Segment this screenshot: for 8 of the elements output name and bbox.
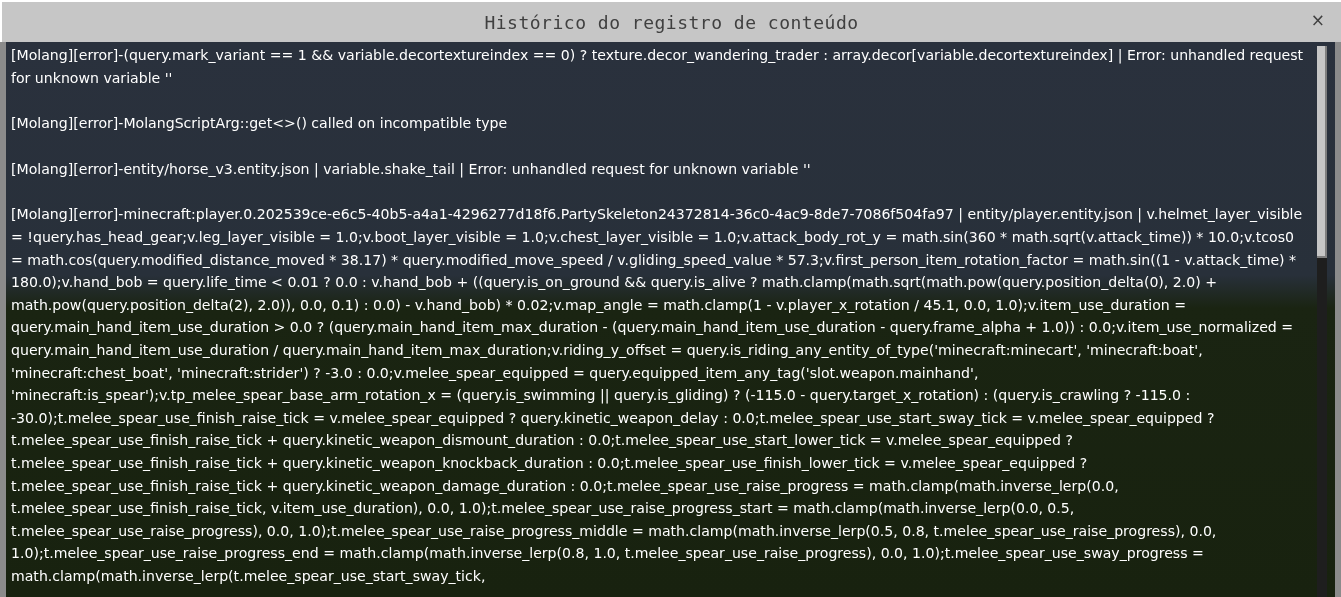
scrollbar-thumb[interactable]	[1317, 46, 1327, 258]
close-button[interactable]: ×	[1308, 10, 1327, 31]
log-entry: [Molang][error]-(query.mark_variant == 1 && variable.decortextureindex == 0) ? texture.decor_wandering_trader : array.decor[variable.decortextureindex] | Error: unhandled request for unknown variable ''	[11, 46, 1305, 88]
log-entry: [Molang][error]-MolangScriptArg::get<>() called on incompatible type	[11, 114, 509, 134]
scrollbar-track[interactable]	[1317, 46, 1327, 597]
log-entry: [Molang][error]-minecraft:player.0.202539ce-e6c5-40b5-a4a1-4296277d18f6.PartySkeleton24372814-36c0-4ac9-8de7-7086f504fa97 | entity/player.entity.json | v.helmet_layer_visible = !query.has_head_gear;v.leg_layer_visible = 1.0;v.boot_layer_visible = 1.0;v.chest_layer_visible = 1.0;v.attack_body_rot_y = math.sin(360 * math.sqrt(v.attack_time)) * 10.0;v.tcos0 = math.cos(query.modified_distance_moved * 38.17) * query.modified_move_speed / v.gliding_speed_value * 57.3;v.first_person_item_rotation_factor = math.sin((1 - v.attack_time) * 180.0);v.hand_bob = query.life_time < 0.01 ? 0.0 : v.hand_bob + ((query.is_on_ground && query.is_alive ? math.clamp(math.sqrt(math.pow(query.position_delta(0), 2.0) + math.pow(query.position_delta(2), 2.0)), 0.0, 0.1) : 0.0) - v.hand_bob) * 0.02;v.map_angle = math.clamp(1 - v.player_x_rotation / 45.1, 0.0, 1.0);v.item_use_duration = query.main_hand_item_use_duration > 0.0 ? (query.main_hand_item_max_duration - (query.main_hand_item_use_duration - query.frame_alpha + 1.0)) : 0.0;v.item_use_normalized = query.main_hand_item_use_duration / query.main_hand_item_max_duration;v.riding_y_offset = query.is_riding_any_entity_of_type('minecraft:minecart', 'minecraft:boat', 'minecraft:chest_boat', 'minecraft:strider') ? -3.0 : 0.0;v.melee_spear_equipped = query.equipped_item_any_tag('slot.weapon.mainhand', 'minecraft:is_spear');v.tp_melee_spear_base_arm_rotation_x = (query.is_swimming || query.is_gliding) ? (-115.0 - query.target_x_rotation) : (query.is_crawling ? -115.0 : -30.0);t.melee_spear_use_finish_raise_tick = v.melee_spear_equipped ? query.kinetic_weapon_delay : 0.0;t.melee_spear_use_start_sway_tick = v.melee_spear_equipped ? t.melee_spear_use_finish_raise_tick + query.kinetic_weapon_dismount_duration : 0.0;t.melee_spear_use_start_lower_tick = v.melee_spear_equipped ? t.melee_spear_use_finish_raise_tick + query.kinetic_weapon_knockback_duration : 0.0;t.melee_spear_use_finish_lower_tick = v.melee_spear_equipped ? t.melee_spear_use_finish_raise_tick + query.kinetic_weapon_damage_duration : 0.0;t.melee_spear_use_raise_progress = math.clamp(math.inverse_lerp(0.0, t.melee_spear_use_finish_raise_tick, v.item_use_duration), 0.0, 1.0);t.melee_spear_use_raise_progress_start = math.clamp(math.inverse_lerp(0.0, 0.5, t.melee_spear_use_raise_progress), 0.0, 1.0);t.melee_spear_use_raise_progress_middle = math.clamp(math.inverse_lerp(0.5, 0.8, t.melee_spear_use_raise_progress), 0.0, 1.0);t.melee_spear_use_raise_progress_end = math.clamp(math.inverse_lerp(0.8, 1.0, t.melee_spear_use_raise_progress), 0.0, 1.0);t.melee_spear_use_sway_progress = math.clamp(math.inverse_lerp(t.melee_spear_use_start_sway_tick,	[11, 205, 1304, 586]
log-entry: [Molang][error]-entity/horse_v3.entity.json | variable.shake_tail | Error: unhandled request for unknown variable ''	[11, 159, 812, 180]
window-title: Histórico do registro de conteúdo	[484, 10, 859, 35]
